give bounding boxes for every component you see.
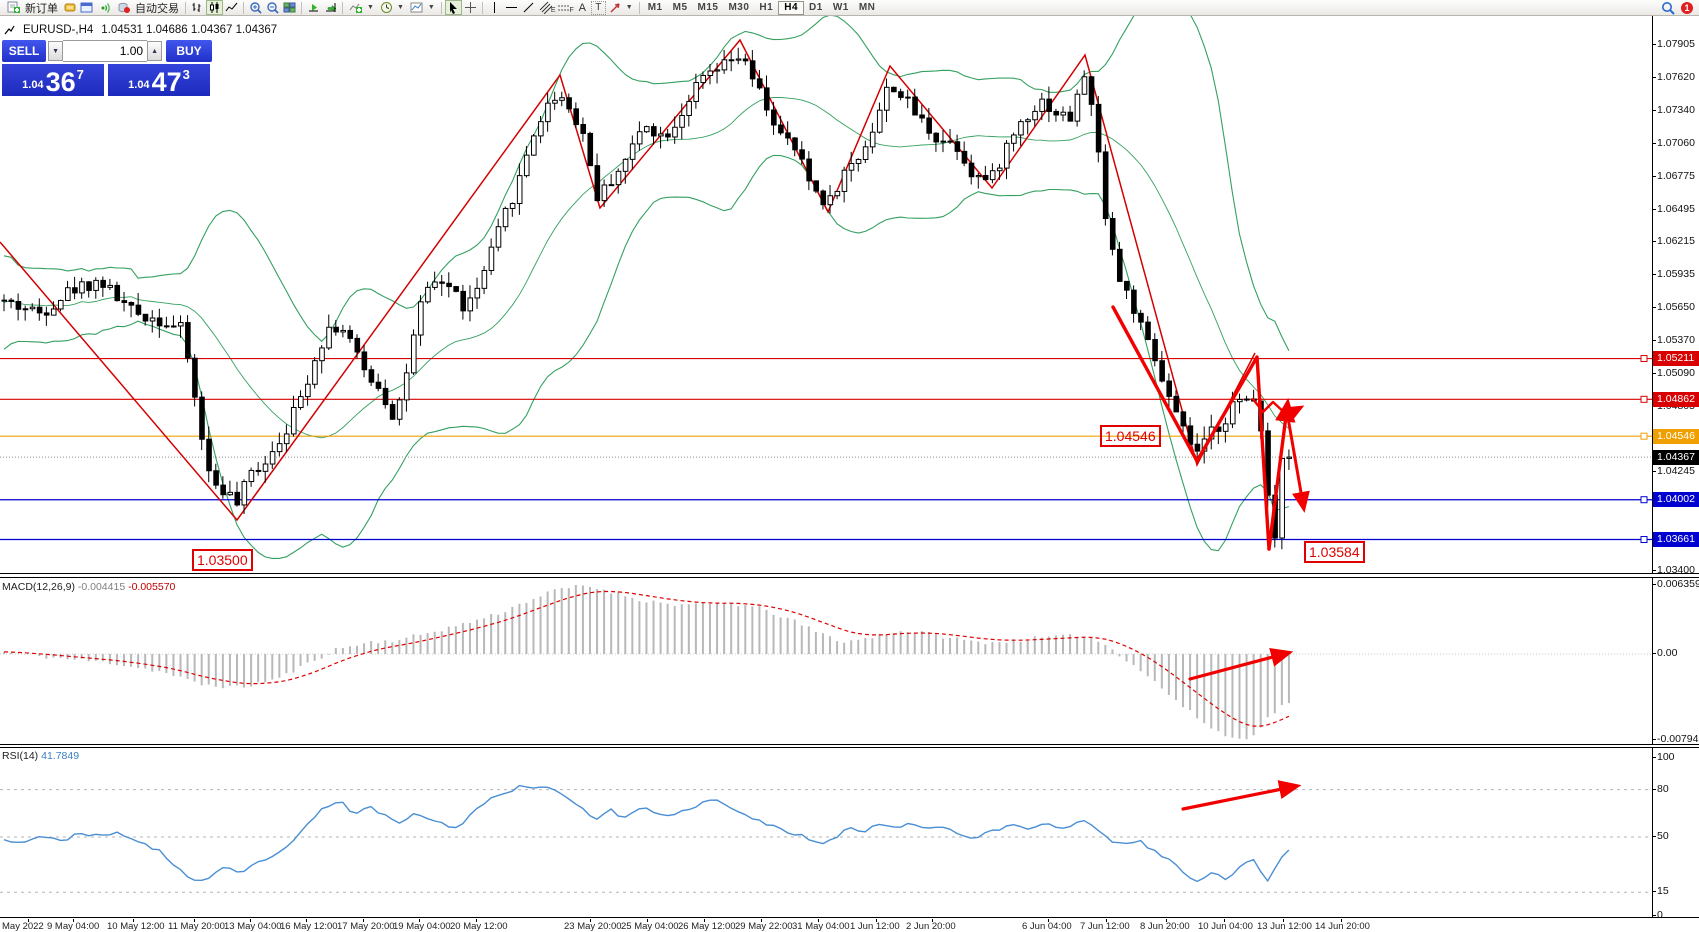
timeframe-button-mn[interactable]: MN [854,1,881,15]
sell-price-display[interactable]: 1.04 36 7 [2,64,104,96]
candles [2,48,1292,550]
symbol-period-label: EURUSD-,H4 [23,24,93,36]
one-click-trading-panel: SELL ▼ ▲ BUY 1.04 36 7 1.04 47 3 [2,40,212,96]
crosshair-tool-icon[interactable] [462,0,479,15]
trendline-tool-icon[interactable] [520,0,537,15]
timeframe-button-m30[interactable]: M30 [723,1,754,15]
periods-button[interactable]: ▼ [377,0,407,15]
sell-price-pip: 7 [77,67,84,82]
indicators-button[interactable]: ▼ [346,0,377,15]
line-chart-icon[interactable] [223,0,240,15]
sell-price-big: 36 [46,70,76,94]
macd-histogram [4,585,1289,739]
chevron-down-icon: ▼ [397,4,404,11]
notification-badge: 1 [1681,2,1693,14]
autotrade-label: 自动交易 [135,0,179,16]
search-icon[interactable] [1660,0,1677,15]
symbol-marker-icon [4,25,15,36]
toolbar: 新订单 自动交易 [0,0,1699,16]
new-order-icon [5,0,22,15]
macd-axis-border [1652,578,1653,744]
auto-scroll-icon[interactable] [305,0,322,15]
rsi-axis-border [1652,748,1653,917]
rsi-line [4,786,1289,882]
chevron-down-icon: ▼ [367,4,374,11]
toolbar-separator [243,2,244,14]
new-order-button[interactable]: 新订单 [2,0,61,15]
zoom-out-icon[interactable] [264,0,281,15]
new-order-label: 新订单 [25,0,58,16]
volume-decrease-button[interactable]: ▼ [48,41,63,61]
zigzag-trendline[interactable] [0,40,1255,520]
notification-icon[interactable]: 1 [1677,0,1697,15]
vertical-line-tool-icon[interactable] [486,0,503,15]
bar-chart-icon[interactable] [189,0,206,15]
volume-increase-button[interactable]: ▲ [147,41,162,61]
chart-shift-icon[interactable] [322,0,339,15]
timeframe-switcher: M1M5M15M30H1H4D1W1MN [643,1,881,15]
buy-price-big: 47 [152,70,182,94]
buy-price-pip: 3 [183,67,190,82]
timeframe-button-m1[interactable]: M1 [643,1,668,15]
sell-button[interactable]: SELL [2,40,46,62]
chevron-down-icon: ▼ [428,4,435,11]
zoom-in-icon[interactable] [247,0,264,15]
buy-price-display[interactable]: 1.04 47 3 [108,64,210,96]
timeframe-button-m5[interactable]: M5 [668,1,693,15]
toolbar-separator [301,2,302,14]
volume-stepper: ▼ ▲ [48,40,162,62]
arrows-tool-button[interactable]: ▼ [606,0,636,15]
buy-price-prefix: 1.04 [128,79,149,91]
price-chart-canvas[interactable] [0,16,1653,573]
templates-button[interactable]: ▼ [407,0,438,15]
toolbar-separator [342,2,343,14]
autotrade-button[interactable]: 自动交易 [112,0,182,15]
macd-canvas[interactable] [0,578,1653,744]
timeframe-button-h4[interactable]: H4 [778,1,804,15]
tile-windows-icon[interactable] [281,0,298,15]
timeframe-button-h1[interactable]: H1 [754,1,778,15]
rsi-pane[interactable] [0,747,1699,918]
timeframe-button-m15[interactable]: M15 [693,1,724,15]
drawn-arrow[interactable] [1183,787,1292,809]
buy-button[interactable]: BUY [166,40,212,62]
timeframe-button-w1[interactable]: W1 [828,1,854,15]
toolbar-separator [185,2,186,14]
new-chart-icon[interactable] [78,0,95,15]
sell-price-prefix: 1.04 [22,79,43,91]
price-axis-border [1652,16,1653,573]
chart-title: EURUSD-,H4 1.04531 1.04686 1.04367 1.043… [4,24,277,36]
timeframe-button-d1[interactable]: D1 [804,1,828,15]
toolbar-separator [482,2,483,14]
chart-style-icon[interactable] [61,0,78,15]
candlestick-icon[interactable] [206,0,223,15]
volume-input[interactable] [63,40,147,62]
signals-icon[interactable] [95,0,112,15]
rsi-canvas[interactable] [0,748,1653,917]
main-chart-pane[interactable] [0,16,1699,574]
text-tool-icon[interactable]: A [574,0,591,15]
ohlc-values: 1.04531 1.04686 1.04367 1.04367 [101,24,277,36]
toolbar-separator [441,2,442,14]
label-tool-icon[interactable]: T [591,1,606,15]
autotrade-icon [115,0,132,15]
chevron-down-icon: ▼ [626,4,633,11]
cursor-tool-icon[interactable] [445,0,462,15]
trading-terminal: 新订单 自动交易 [0,0,1699,932]
macd-pane[interactable] [0,577,1699,745]
time-axis[interactable] [0,919,1699,932]
horizontal-line-tool-icon[interactable] [503,0,520,15]
toolbar-separator [639,2,640,14]
